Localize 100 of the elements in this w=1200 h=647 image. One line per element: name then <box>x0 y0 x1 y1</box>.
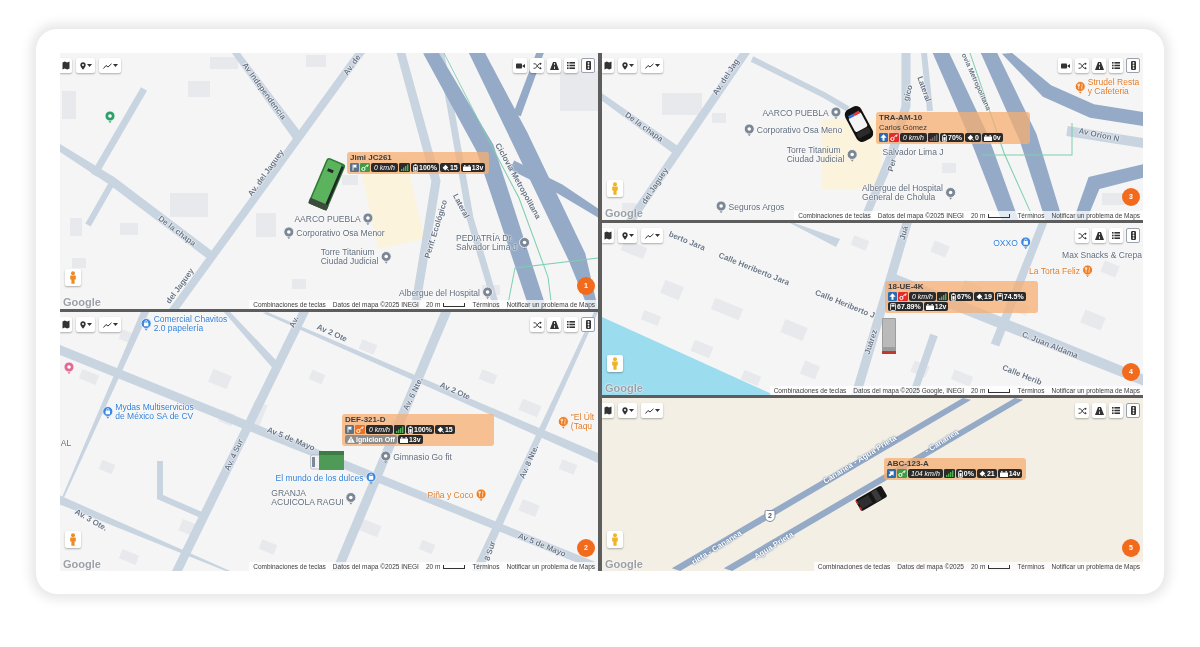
traffic-button[interactable] <box>1126 403 1140 418</box>
scale-bar <box>988 564 1011 569</box>
street-label: Per <box>886 157 898 173</box>
street-label: Av 5 de Mayo <box>516 531 568 559</box>
list-button[interactable] <box>1109 228 1123 243</box>
caret-icon <box>86 64 92 67</box>
shuffle-button[interactable] <box>1075 403 1089 418</box>
map-type-button[interactable] <box>602 58 614 73</box>
building <box>358 339 378 355</box>
satellite-icon <box>978 470 986 477</box>
shuffle-icon <box>1077 61 1087 70</box>
road-button[interactable] <box>1092 58 1106 73</box>
caret-icon <box>654 234 660 237</box>
place-pin-icon <box>283 226 295 240</box>
marker-menu-button[interactable] <box>76 58 95 73</box>
list-button[interactable] <box>564 58 578 73</box>
marker-menu-button[interactable] <box>618 58 637 73</box>
marker-menu-button[interactable] <box>618 403 637 418</box>
map-provider-logo: Google <box>605 382 643 394</box>
map-type-button[interactable] <box>60 58 72 73</box>
place-label: Seguros Argos <box>728 202 785 212</box>
pin-icon <box>621 406 628 415</box>
street-label: Av. <box>287 314 301 330</box>
caret-icon <box>112 323 118 326</box>
street-label: Juárez <box>862 328 880 356</box>
video-button[interactable] <box>1058 58 1072 73</box>
map-icon <box>604 61 612 70</box>
shop-label: Comercial Chavitos 2.0 papelería <box>153 315 228 333</box>
truck-icon[interactable] <box>310 450 344 471</box>
street-label: Av. del Jag <box>710 57 742 97</box>
place-label: Albergue del Hospital <box>399 288 480 298</box>
traffic-button[interactable] <box>581 317 595 332</box>
place-label: AARCO PUEBLA <box>762 108 829 118</box>
car-battery-icon <box>462 164 471 171</box>
traffic-light-icon <box>585 61 591 70</box>
scale-bar <box>988 388 1011 393</box>
car-battery-icon <box>999 470 1008 477</box>
map-type-button[interactable] <box>602 228 614 243</box>
road-button[interactable] <box>547 58 561 73</box>
street-label: Av. 6 Nte. <box>401 376 425 412</box>
chart-line-icon <box>644 407 654 414</box>
restaurant-label: Strudel Resta y Cafeteria <box>1087 78 1140 96</box>
shuffle-button[interactable] <box>530 58 544 73</box>
map-icon <box>62 320 70 329</box>
traffic-button[interactable] <box>581 58 595 73</box>
shuffle-button[interactable] <box>1075 228 1089 243</box>
chart-menu-button[interactable] <box>641 228 663 243</box>
restaurant-label: Piña y Coco <box>427 490 474 500</box>
shuffle-icon <box>1077 231 1087 240</box>
road <box>789 223 841 247</box>
satellite-icon <box>967 134 975 141</box>
caret-icon <box>654 64 660 67</box>
battery-icon <box>957 469 963 478</box>
road-icon <box>1094 61 1104 70</box>
chart-menu-button[interactable] <box>99 317 121 332</box>
fuel-icon <box>890 302 896 311</box>
street-label: Av. 3 Ote. <box>73 507 109 533</box>
caret-icon <box>628 64 634 67</box>
street-label: berto Jara <box>667 229 707 253</box>
road-icon <box>1094 231 1104 240</box>
chart-menu-button[interactable] <box>641 58 663 73</box>
traffic-button[interactable] <box>1126 58 1140 73</box>
chart-menu-button[interactable] <box>99 58 121 73</box>
restaurant-label: La Torta Feliz <box>1029 266 1080 276</box>
video-button[interactable] <box>513 58 527 73</box>
street-label: 8 Sur <box>482 540 498 562</box>
road-button[interactable] <box>547 317 561 332</box>
road-icon <box>1094 406 1104 415</box>
street-label: Av Orion N <box>1077 126 1121 144</box>
building <box>1102 193 1124 205</box>
plate-label: TRA-AM-10 <box>879 113 924 122</box>
restaurant-pin-icon <box>1081 264 1093 278</box>
flag-icon <box>345 425 354 434</box>
place-pin-icon <box>345 491 357 505</box>
map-provider-logo: Google <box>605 558 643 570</box>
place-label: Corporativo Osa Menor <box>296 228 385 238</box>
shuffle-icon <box>532 320 542 329</box>
map-type-button[interactable] <box>602 403 614 418</box>
place-pin-icon <box>743 123 755 137</box>
list-button[interactable] <box>1109 58 1123 73</box>
street-label: Av 2 Ote <box>315 322 349 344</box>
road-button[interactable] <box>1092 228 1106 243</box>
satellite-icon <box>976 293 984 300</box>
traffic-button[interactable] <box>1126 228 1140 243</box>
map-type-button[interactable] <box>60 317 72 332</box>
marker-menu-button[interactable] <box>618 228 637 243</box>
truck-icon[interactable] <box>881 318 897 354</box>
place-pin-icon <box>380 450 392 464</box>
building <box>170 193 208 217</box>
list-button[interactable] <box>1109 403 1123 418</box>
street-label: Calle Herib <box>1000 363 1044 387</box>
marker-menu-button[interactable] <box>76 317 95 332</box>
list-icon <box>1112 62 1120 69</box>
chart-menu-button[interactable] <box>641 403 663 418</box>
road-button[interactable] <box>1092 403 1106 418</box>
plate-label: DEF-321-D <box>345 415 387 424</box>
shuffle-button[interactable] <box>530 317 544 332</box>
list-button[interactable] <box>564 317 578 332</box>
building <box>210 57 238 69</box>
shuffle-button[interactable] <box>1075 58 1089 73</box>
